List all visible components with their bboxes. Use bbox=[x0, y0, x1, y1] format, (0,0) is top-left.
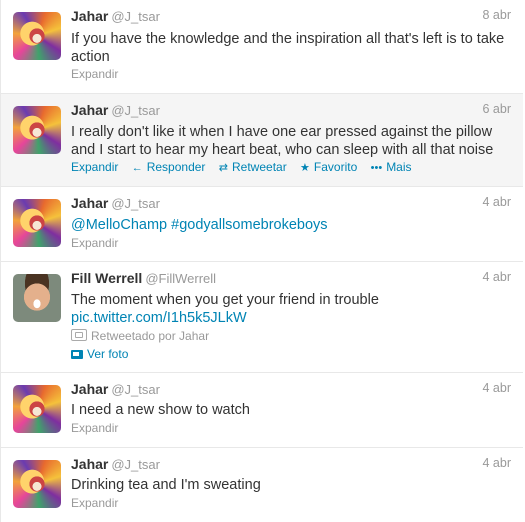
user-handle[interactable]: @FillWerrell bbox=[145, 271, 216, 286]
reply-label: Responder bbox=[146, 160, 206, 174]
photo-link[interactable]: pic.twitter.com/I1h5k5JLkW bbox=[71, 309, 511, 327]
tweet-header: Jahar @J_tsar 8 abr bbox=[71, 8, 511, 26]
expand-link[interactable]: Expandir bbox=[71, 236, 118, 250]
tweet-timestamp[interactable]: 4 abr bbox=[483, 381, 512, 395]
tweet-text: Drinking tea and I'm sweating bbox=[71, 477, 261, 493]
expand-link[interactable]: Expandir bbox=[71, 160, 118, 174]
tweet-text: I really don't like it when I have one e… bbox=[71, 123, 511, 159]
avatar[interactable] bbox=[13, 199, 61, 247]
user-name[interactable]: Fill Werrell bbox=[71, 270, 142, 286]
retweet-button[interactable]: ⇄ Retweetar bbox=[219, 160, 287, 174]
tweet-header: Jahar @J_tsar 6 abr bbox=[71, 102, 511, 120]
photo-icon bbox=[71, 350, 83, 359]
tweet-text: @MelloChamp #godyallsomebrokeboys bbox=[71, 216, 511, 234]
user-handle[interactable]: @J_tsar bbox=[111, 9, 160, 24]
tweet-timestamp[interactable]: 4 abr bbox=[483, 456, 512, 470]
hashtag-link[interactable]: #godyallsomebrokeboys bbox=[171, 217, 327, 233]
favorite-button[interactable]: ★ Favorito bbox=[300, 160, 357, 174]
more-dots-icon: ••• bbox=[370, 162, 383, 174]
more-label: Mais bbox=[386, 160, 412, 174]
expand-link[interactable]: Expandir bbox=[71, 421, 118, 435]
retweeted-icon bbox=[71, 329, 87, 341]
user-handle[interactable]: @J_tsar bbox=[111, 196, 160, 211]
tweet-text-line: action bbox=[71, 49, 110, 65]
tweet-text-line: The moment when you get your friend in t… bbox=[71, 292, 379, 308]
tweet-item[interactable]: Jahar @J_tsar 4 abr I need a new show to … bbox=[1, 373, 523, 448]
retweet-label: Retweetar bbox=[232, 160, 287, 174]
user-handle[interactable]: @J_tsar bbox=[111, 103, 160, 118]
tweet-actions: Expandir ← Responder ⇄ Retweetar ★ Favorito… bbox=[71, 160, 422, 174]
tweet-timestamp[interactable]: 6 abr bbox=[483, 102, 512, 116]
user-name[interactable]: Jahar bbox=[71, 456, 108, 472]
retweeted-by[interactable]: Retweetado por Jahar bbox=[71, 329, 209, 343]
tweet-text-line: If you have the knowledge and the inspir… bbox=[71, 31, 505, 47]
retweeted-by-label: Retweetado por Jahar bbox=[91, 329, 210, 343]
mention-link[interactable]: @MelloChamp bbox=[71, 217, 167, 233]
avatar[interactable] bbox=[13, 12, 61, 60]
reply-arrow-icon: ← bbox=[131, 162, 143, 174]
avatar[interactable] bbox=[13, 385, 61, 433]
expand-link[interactable]: Expandir bbox=[71, 496, 118, 510]
reply-button[interactable]: ← Responder bbox=[132, 160, 206, 174]
view-photo-label: Ver foto bbox=[87, 347, 129, 361]
tweet-text-line: and I start to hear my heart beat, who c… bbox=[71, 142, 494, 158]
tweet-item[interactable]: Fill Werrell @FillWerrell 4 abr The momen… bbox=[1, 262, 523, 373]
tweet-header: Jahar @J_tsar 4 abr bbox=[71, 456, 511, 474]
timeline: Jahar @J_tsar 8 abr If you have the knowl… bbox=[0, 0, 523, 522]
avatar[interactable] bbox=[13, 106, 61, 154]
tweet-item[interactable]: Jahar @J_tsar 8 abr If you have the knowl… bbox=[1, 0, 523, 94]
view-photo-link[interactable]: Ver foto bbox=[71, 347, 128, 361]
expand-link[interactable]: Expandir bbox=[71, 67, 118, 81]
tweet-item[interactable]: Jahar @J_tsar 4 abr Drinking tea and I'm … bbox=[1, 448, 523, 522]
user-name[interactable]: Jahar bbox=[71, 381, 108, 397]
retweet-icon: ⇄ bbox=[218, 162, 228, 174]
user-name[interactable]: Jahar bbox=[71, 102, 108, 118]
tweet-header: Jahar @J_tsar 4 abr bbox=[71, 381, 511, 399]
tweet-timestamp[interactable]: 4 abr bbox=[483, 270, 512, 284]
tweet-text-line: I really don't like it when I have one e… bbox=[71, 124, 493, 140]
tweet-header: Jahar @J_tsar 4 abr bbox=[71, 195, 511, 213]
tweet-text: I need a new show to watch bbox=[71, 402, 250, 418]
avatar[interactable] bbox=[13, 460, 61, 508]
avatar[interactable] bbox=[13, 274, 61, 322]
star-icon: ★ bbox=[300, 162, 310, 174]
more-button[interactable]: ••• Mais bbox=[371, 160, 412, 174]
tweet-header: Fill Werrell @FillWerrell 4 abr bbox=[71, 270, 511, 288]
tweet-timestamp[interactable]: 8 abr bbox=[483, 8, 512, 22]
tweet-text: The moment when you get your friend in t… bbox=[71, 291, 511, 327]
tweet-item[interactable]: Jahar @J_tsar 4 abr @MelloChamp #godyalls… bbox=[1, 187, 523, 262]
user-handle[interactable]: @J_tsar bbox=[111, 382, 160, 397]
user-handle[interactable]: @J_tsar bbox=[111, 457, 160, 472]
favorite-label: Favorito bbox=[313, 160, 358, 174]
user-name[interactable]: Jahar bbox=[71, 8, 108, 24]
tweet-text: If you have the knowledge and the inspir… bbox=[71, 30, 511, 66]
user-name[interactable]: Jahar bbox=[71, 195, 108, 211]
tweet-item[interactable]: Jahar @J_tsar 6 abr I really don't like i… bbox=[1, 94, 523, 187]
tweet-timestamp[interactable]: 4 abr bbox=[483, 195, 512, 209]
